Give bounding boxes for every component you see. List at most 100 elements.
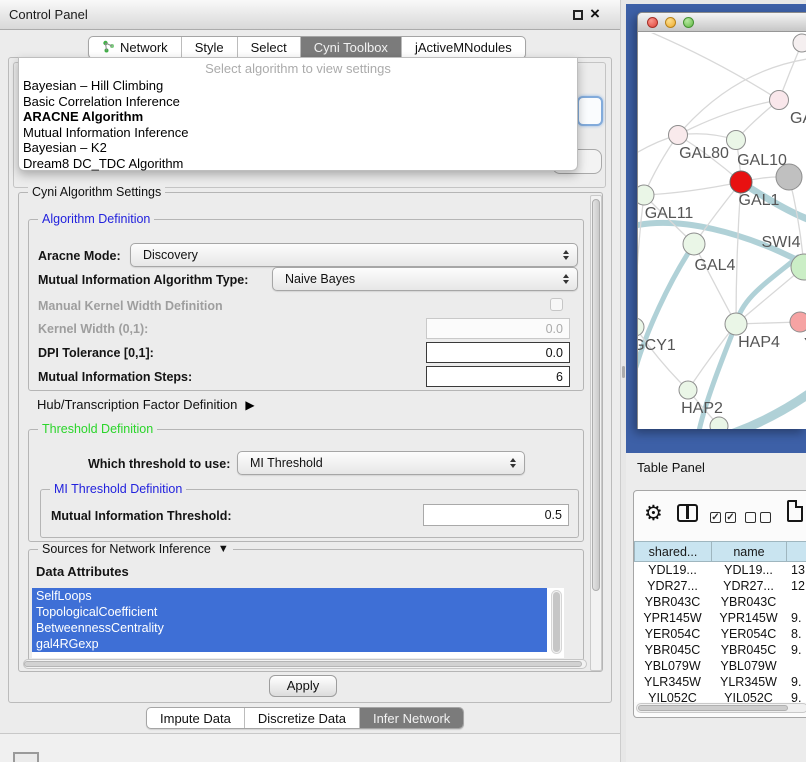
tab-impute-data[interactable]: Impute Data xyxy=(147,708,245,728)
network-node[interactable] xyxy=(793,34,806,52)
table-row[interactable]: YIL052CYIL052C9. xyxy=(634,690,806,702)
tab-jactivemnodules[interactable]: jActiveMNodules xyxy=(402,37,525,58)
column-header[interactable]: shared... xyxy=(634,541,711,562)
table-horizontal-scrollbar[interactable] xyxy=(636,703,806,713)
cell: 9. xyxy=(786,674,806,690)
network-node[interactable] xyxy=(790,312,806,332)
network-node[interactable] xyxy=(725,313,747,335)
table-header-row: shared... name xyxy=(634,541,806,562)
column-header[interactable]: name xyxy=(711,541,786,562)
scrollbar-thumb[interactable] xyxy=(24,661,582,667)
hub-definition-expander[interactable]: Hub/Transcription Factor Definition ▶ xyxy=(37,397,255,412)
dropdown-option[interactable]: Bayesian – K2 xyxy=(19,140,577,156)
table-row[interactable]: YBL079WYBL079W xyxy=(634,658,806,674)
table-row[interactable]: YBR045CYBR045C9. xyxy=(634,642,806,658)
mi-threshold-definition-group: MI Threshold Definition Mutual Informati… xyxy=(40,489,579,538)
panel-title: Control Panel xyxy=(9,7,88,22)
tab-network[interactable]: Network xyxy=(89,37,182,58)
list-item-selected[interactable]: BetweennessCentrality xyxy=(32,620,547,636)
aracne-mode-combo[interactable]: Discovery xyxy=(130,243,578,267)
network-edge[interactable] xyxy=(694,244,736,324)
settings-vertical-scrollbar[interactable] xyxy=(590,195,602,671)
minimized-panel-icon[interactable] xyxy=(13,752,39,762)
document-icon[interactable] xyxy=(787,500,803,522)
tab-discretize-data[interactable]: Discretize Data xyxy=(245,708,360,728)
column-layout-icon[interactable] xyxy=(677,504,698,522)
manual-kernel-checkbox xyxy=(550,298,563,311)
network-canvas[interactable]: GAL GAL80 GAL10 GAL1 GAL11 GAL4 SWI4 GCY… xyxy=(638,33,806,429)
mi-threshold-definition-title: MI Threshold Definition xyxy=(50,482,186,496)
close-icon[interactable]: × xyxy=(590,4,600,24)
network-node[interactable] xyxy=(679,381,697,399)
cell: YPR145W xyxy=(711,610,786,626)
zoom-traffic-light-icon[interactable] xyxy=(683,17,694,28)
network-window-titlebar[interactable] xyxy=(638,13,806,32)
network-edge[interactable] xyxy=(644,182,741,195)
mi-steps-field[interactable]: 6 xyxy=(426,366,570,387)
network-edge[interactable] xyxy=(678,100,779,135)
list-item-selected[interactable]: gal4RGexp xyxy=(32,636,547,652)
dropdown-option[interactable]: Bayesian – Hill Climbing xyxy=(19,78,577,94)
network-node[interactable] xyxy=(727,131,746,150)
aracne-mode-label: Aracne Mode: xyxy=(38,249,121,263)
network-node[interactable] xyxy=(638,185,654,205)
network-node[interactable] xyxy=(770,91,789,110)
mi-threshold-field[interactable]: 0.5 xyxy=(423,504,569,526)
sources-group: Sources for Network Inference ▼ Data Att… xyxy=(28,549,584,661)
network-node[interactable] xyxy=(730,171,752,193)
tab-style[interactable]: Style xyxy=(182,37,238,58)
sources-group-title-row[interactable]: Sources for Network Inference ▼ xyxy=(38,542,233,556)
dropdown-option-selected[interactable]: ARACNE Algorithm xyxy=(19,109,577,125)
dropdown-option[interactable]: Mutual Information Inference xyxy=(19,125,577,141)
network-node[interactable] xyxy=(638,318,644,336)
tab-select[interactable]: Select xyxy=(238,37,301,58)
table-row[interactable]: YDL19...YDL19...13 xyxy=(634,562,806,578)
dropdown-prompt: Select algorithm to view settings xyxy=(19,58,577,78)
minimize-traffic-light-icon[interactable] xyxy=(665,17,676,28)
table-row[interactable]: YBR043CYBR043C xyxy=(634,594,806,610)
checked-checkbox-icon[interactable]: ✓ xyxy=(725,512,736,523)
table-row[interactable]: YPR145WYPR145W9. xyxy=(634,610,806,626)
scrollbar-thumb[interactable] xyxy=(592,199,600,591)
float-window-icon[interactable] xyxy=(573,10,583,20)
table-row[interactable]: YER054CYER054C8. xyxy=(634,626,806,642)
gear-icon[interactable]: ⚙ xyxy=(644,501,663,526)
scrollbar-thumb[interactable] xyxy=(553,592,560,652)
unchecked-checkbox-icon[interactable] xyxy=(760,512,771,523)
list-item-selected[interactable]: SelfLoops xyxy=(32,588,547,604)
network-edge[interactable] xyxy=(734,393,806,429)
algorithm-combo-fragment[interactable] xyxy=(577,96,603,126)
table-row[interactable]: YLR345WYLR345W9. xyxy=(634,674,806,690)
tab-network-label: Network xyxy=(120,40,168,55)
manual-kernel-label: Manual Kernel Width Definition xyxy=(38,299,223,313)
tab-cyni-toolbox[interactable]: Cyni Toolbox xyxy=(301,37,402,58)
network-edge[interactable] xyxy=(648,33,779,100)
control-panel-tabs: Network Style Select Cyni Toolbox jActiv… xyxy=(88,36,526,59)
data-attributes-list: SelfLoops TopologicalCoefficient Between… xyxy=(32,588,564,658)
network-node[interactable] xyxy=(669,126,688,145)
unchecked-checkbox-icon[interactable] xyxy=(745,512,756,523)
which-threshold-combo[interactable]: MI Threshold xyxy=(237,451,525,475)
apply-button[interactable]: Apply xyxy=(269,675,337,697)
dropdown-option[interactable]: Dream8 DC_TDC Algorithm xyxy=(19,156,577,172)
cell: 13 xyxy=(786,562,806,578)
settings-horizontal-scrollbar[interactable] xyxy=(23,659,587,669)
column-header[interactable] xyxy=(786,541,806,562)
list-vertical-scrollbar[interactable] xyxy=(551,590,562,654)
dropdown-option[interactable]: Basic Correlation Inference xyxy=(19,94,577,110)
divider-handle[interactable] xyxy=(622,366,625,378)
scrollbar-thumb[interactable] xyxy=(638,705,788,711)
list-item-selected[interactable]: TopologicalCoefficient xyxy=(32,604,547,620)
mi-type-combo[interactable]: Naive Bayes xyxy=(272,267,578,291)
tab-infer-network[interactable]: Infer Network xyxy=(360,708,463,728)
network-node[interactable] xyxy=(683,233,705,255)
dpi-tolerance-field[interactable]: 0.0 xyxy=(426,342,570,363)
network-edge[interactable] xyxy=(638,195,644,327)
table-row[interactable]: YDR27...YDR27...12 xyxy=(634,578,806,594)
network-edge[interactable] xyxy=(789,177,804,267)
app-window: Control Panel × Network Style Select Cyn… xyxy=(0,0,806,762)
checked-checkbox-icon[interactable]: ✓ xyxy=(710,512,721,523)
network-edge[interactable] xyxy=(688,324,736,390)
close-traffic-light-icon[interactable] xyxy=(647,17,658,28)
panel-bottom-strip xyxy=(0,733,620,762)
